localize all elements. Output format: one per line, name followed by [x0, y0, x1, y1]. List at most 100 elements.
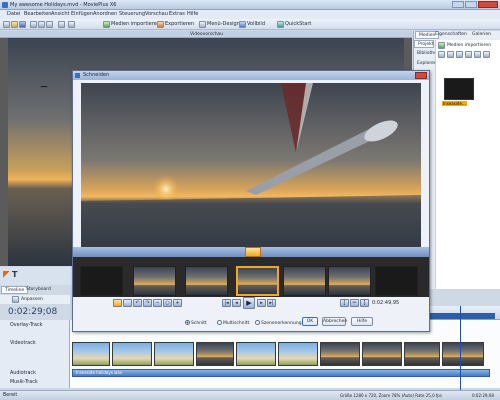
- rotate-left-icon[interactable]: ↶: [133, 299, 142, 307]
- undo-icon[interactable]: [58, 21, 65, 28]
- adjust-button[interactable]: Anpassen: [21, 296, 43, 303]
- folder-icon[interactable]: [474, 51, 481, 58]
- menu-vorschau[interactable]: Vorschau: [145, 11, 168, 18]
- dialog-close-button[interactable]: [415, 72, 427, 79]
- track-music[interactable]: Musik-Track: [0, 378, 70, 387]
- video-clip[interactable]: [112, 342, 152, 366]
- sort-icon[interactable]: [456, 51, 463, 58]
- rotate-right-icon[interactable]: ↷: [143, 299, 152, 307]
- media-thumbnail[interactable]: [444, 78, 474, 100]
- record-icon[interactable]: [123, 299, 132, 307]
- menu-extras[interactable]: Extras: [169, 11, 185, 18]
- video-clip[interactable]: [236, 342, 276, 366]
- side-tab-explorer[interactable]: Explorer: [414, 60, 436, 68]
- save-icon[interactable]: [19, 21, 26, 28]
- menu-einfuegen[interactable]: Einfügen: [71, 11, 93, 18]
- quickstart-icon: [277, 21, 284, 28]
- grid-view-icon[interactable]: [438, 51, 445, 58]
- video-clip[interactable]: [278, 342, 318, 366]
- video-clip[interactable]: [442, 342, 484, 366]
- dialog-icon: [75, 73, 80, 78]
- video-clip[interactable]: [72, 342, 110, 366]
- ok-button[interactable]: OK: [302, 317, 318, 326]
- film-frame[interactable]: [328, 266, 371, 296]
- import-media-button[interactable]: Medien importieren: [111, 21, 160, 28]
- scrub-bar[interactable]: [73, 247, 429, 257]
- video-clip[interactable]: [320, 342, 360, 366]
- video-clip[interactable]: [404, 342, 440, 366]
- video-clip[interactable]: [362, 342, 402, 366]
- import-media-panel-button[interactable]: Medien importieren: [447, 42, 491, 49]
- open-icon[interactable]: [11, 21, 18, 28]
- menu-bearbeiten[interactable]: Bearbeiten: [24, 11, 51, 18]
- zoom-in-icon[interactable]: +: [173, 299, 182, 307]
- mark-in-icon[interactable]: [: [340, 299, 349, 307]
- import-media-icon: [103, 21, 110, 28]
- split-icon[interactable]: ✂: [350, 299, 359, 307]
- status-time: 0:02:29;08: [472, 393, 494, 398]
- menu-datei[interactable]: Datei: [7, 11, 20, 18]
- side-tab-bibliothek[interactable]: Bibliothek: [414, 50, 439, 58]
- film-frame-current[interactable]: [236, 266, 279, 296]
- film-frame[interactable]: [133, 266, 176, 296]
- redo-icon[interactable]: [68, 21, 75, 28]
- zoom-fit-icon[interactable]: ○: [163, 299, 172, 307]
- close-button[interactable]: [478, 1, 498, 8]
- playhead-line[interactable]: [460, 306, 461, 390]
- film-frame[interactable]: [375, 266, 418, 296]
- menu-hilfe[interactable]: Hilfe: [187, 11, 198, 18]
- cancel-button[interactable]: Abbrechen: [322, 317, 347, 326]
- menu-bar: Datei Bearbeiten Ansicht Einfügen Anordn…: [0, 10, 500, 19]
- video-clip[interactable]: [196, 342, 234, 366]
- bird-icon: [40, 86, 48, 89]
- maximize-button[interactable]: [465, 1, 477, 8]
- film-frame[interactable]: [185, 266, 228, 296]
- radio-szenenerkennung[interactable]: Szenenerkennung: [255, 320, 302, 326]
- help-button[interactable]: Hilfe: [351, 317, 373, 326]
- side-tab-projekt[interactable]: Projekt: [414, 40, 434, 48]
- cut-icon[interactable]: [30, 21, 37, 28]
- pointer-tool-icon[interactable]: [3, 271, 9, 278]
- status-bar: Bereit Größe 1280 x 720, Zoom 78% (Auto)…: [0, 390, 500, 400]
- dialog-title-bar: Schneiden: [73, 71, 429, 80]
- skip-start-icon[interactable]: |◂: [222, 299, 231, 307]
- zoom-out-icon[interactable]: −: [153, 299, 162, 307]
- fullscreen-button[interactable]: Vollbild: [247, 21, 265, 28]
- delete-media-icon[interactable]: [465, 51, 472, 58]
- video-clip[interactable]: [154, 342, 194, 366]
- export-button[interactable]: Exportieren: [165, 21, 194, 28]
- status-text: Bereit: [3, 393, 18, 398]
- track-audio[interactable]: Audiotrack: [0, 369, 70, 378]
- audio-clip[interactable]: Inseaside holidays.wav: [72, 369, 490, 377]
- film-frame[interactable]: [283, 266, 326, 296]
- quickstart-button[interactable]: QuickStart: [285, 21, 311, 28]
- refresh-icon[interactable]: [483, 51, 490, 58]
- media-area: Medien importieren Inseaside...: [435, 40, 500, 289]
- track-video[interactable]: Videotrack: [0, 339, 70, 348]
- step-back-icon[interactable]: ◂: [232, 299, 241, 307]
- play-button[interactable]: ▶: [243, 297, 255, 309]
- paste-icon[interactable]: [46, 21, 53, 28]
- tab-eigenschaften[interactable]: Eigenschaften: [432, 31, 470, 39]
- radio-schnitt[interactable]: Schnitt: [185, 320, 207, 326]
- text-tool-icon[interactable]: T: [12, 270, 20, 279]
- radio-multischnitt[interactable]: Multischnitt: [217, 320, 249, 326]
- new-icon[interactable]: [3, 21, 10, 28]
- tab-storyboard[interactable]: Storyboard: [23, 286, 54, 294]
- set-start-icon[interactable]: [113, 299, 122, 307]
- scrub-handle[interactable]: [245, 247, 261, 257]
- dialog-title: Schneiden: [83, 72, 110, 78]
- film-frame[interactable]: [80, 266, 123, 296]
- copy-icon[interactable]: [38, 21, 45, 28]
- skip-end-icon[interactable]: ▸|: [267, 299, 276, 307]
- track-overlay[interactable]: Overlay-Track: [0, 321, 70, 330]
- menu-steuerung[interactable]: Steuerung: [119, 11, 145, 18]
- minimize-button[interactable]: [452, 1, 464, 8]
- title-bar: My awesome Holidays.mvd - MoviePlus X6: [0, 0, 500, 10]
- menu-anordnen[interactable]: Anordnen: [93, 11, 117, 18]
- menu-ansicht[interactable]: Ansicht: [51, 11, 69, 18]
- tab-galerien[interactable]: Galerien: [469, 31, 494, 39]
- mark-out-icon[interactable]: ]: [360, 299, 369, 307]
- list-view-icon[interactable]: [447, 51, 454, 58]
- step-forward-icon[interactable]: ▸: [257, 299, 266, 307]
